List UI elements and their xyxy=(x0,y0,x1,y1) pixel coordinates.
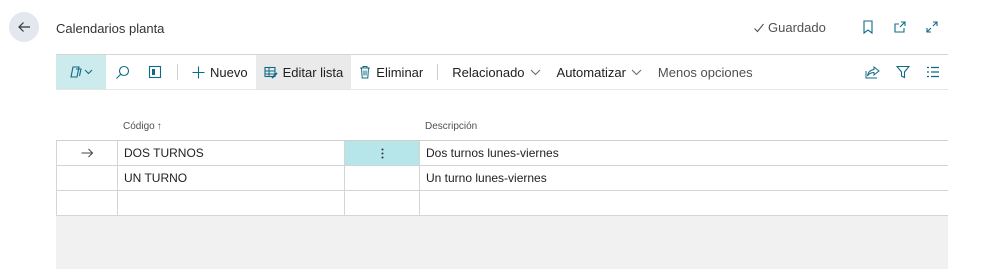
arrow-left-icon xyxy=(18,22,30,32)
list-view-button[interactable] xyxy=(918,66,948,78)
description-header-label: Descripción xyxy=(425,121,478,132)
actions-menu-button[interactable] xyxy=(56,55,106,89)
list-grid: Código ↑ Descripción DOS TURNOS Dos turn… xyxy=(56,112,948,269)
edit-list-icon xyxy=(264,66,278,79)
edit-list-label: Editar lista xyxy=(282,64,344,80)
grid-rows: DOS TURNOS Dos turnos lunes-viernes UN T… xyxy=(56,140,948,216)
code-header-label: Código xyxy=(123,121,155,132)
separator xyxy=(177,64,178,80)
row-actions-cell[interactable] xyxy=(345,166,420,190)
bookmark-icon[interactable] xyxy=(860,19,876,35)
action-bar: Nuevo Editar lista Eliminar Relacionado … xyxy=(56,54,948,90)
row-indicator[interactable] xyxy=(56,141,118,165)
new-row[interactable] xyxy=(56,191,948,216)
delete-button[interactable]: Eliminar xyxy=(351,55,431,89)
filter-icon xyxy=(896,65,910,79)
column-header-description[interactable]: Descripción xyxy=(425,121,477,132)
share-button[interactable] xyxy=(857,65,888,79)
share-icon xyxy=(865,65,880,78)
new-label: Nuevo xyxy=(210,64,248,80)
less-options-label: Menos opciones xyxy=(657,64,753,80)
search-button[interactable] xyxy=(106,55,139,89)
delete-label: Eliminar xyxy=(376,64,424,80)
description-cell[interactable]: Un turno lunes-viernes xyxy=(420,166,948,190)
layout-icon xyxy=(148,65,162,79)
sort-ascending-icon: ↑ xyxy=(156,121,162,132)
chevron-down-icon xyxy=(530,69,540,75)
saved-label: Guardado xyxy=(768,20,826,35)
checkmark-icon xyxy=(754,23,764,32)
description-cell[interactable] xyxy=(420,191,948,215)
code-cell[interactable]: UN TURNO xyxy=(118,166,345,190)
separator xyxy=(437,64,439,80)
search-icon xyxy=(116,65,130,79)
arrow-right-icon xyxy=(81,148,93,158)
automate-label: Automatizar xyxy=(556,64,626,80)
open-new-window-icon[interactable] xyxy=(892,19,908,35)
related-menu[interactable]: Relacionado xyxy=(444,55,548,89)
row-indicator[interactable] xyxy=(56,191,118,215)
table-row[interactable]: DOS TURNOS Dos turnos lunes-viernes xyxy=(56,141,948,166)
back-button[interactable] xyxy=(9,12,39,42)
saved-status: Guardado xyxy=(753,20,826,35)
row-actions-button[interactable] xyxy=(345,141,420,165)
description-cell[interactable]: Dos turnos lunes-viernes xyxy=(420,141,948,165)
column-header-code[interactable]: Código ↑ xyxy=(123,121,162,132)
new-button[interactable]: Nuevo xyxy=(184,55,256,89)
expand-icon[interactable] xyxy=(924,19,940,35)
edit-list-button[interactable]: Editar lista xyxy=(255,55,352,89)
code-cell[interactable]: DOS TURNOS xyxy=(118,141,345,165)
chevron-down-icon xyxy=(631,69,642,75)
code-cell[interactable] xyxy=(118,191,345,215)
less-options-button[interactable]: Menos opciones xyxy=(650,55,761,89)
actions-icon xyxy=(70,66,93,78)
table-row[interactable]: UN TURNO Un turno lunes-viernes xyxy=(56,166,948,191)
list-view-icon xyxy=(927,66,939,78)
automate-menu[interactable]: Automatizar xyxy=(549,55,650,89)
filter-button[interactable] xyxy=(888,65,918,79)
page-title: Calendarios planta xyxy=(56,21,165,36)
layout-button[interactable] xyxy=(139,55,171,89)
trash-icon xyxy=(360,66,371,79)
row-actions-cell[interactable] xyxy=(345,191,420,215)
related-label: Relacionado xyxy=(452,64,525,80)
grid-header: Código ↑ Descripción xyxy=(56,112,948,140)
row-indicator[interactable] xyxy=(56,166,118,190)
more-vertical-icon xyxy=(381,148,383,158)
plus-icon xyxy=(192,66,205,78)
